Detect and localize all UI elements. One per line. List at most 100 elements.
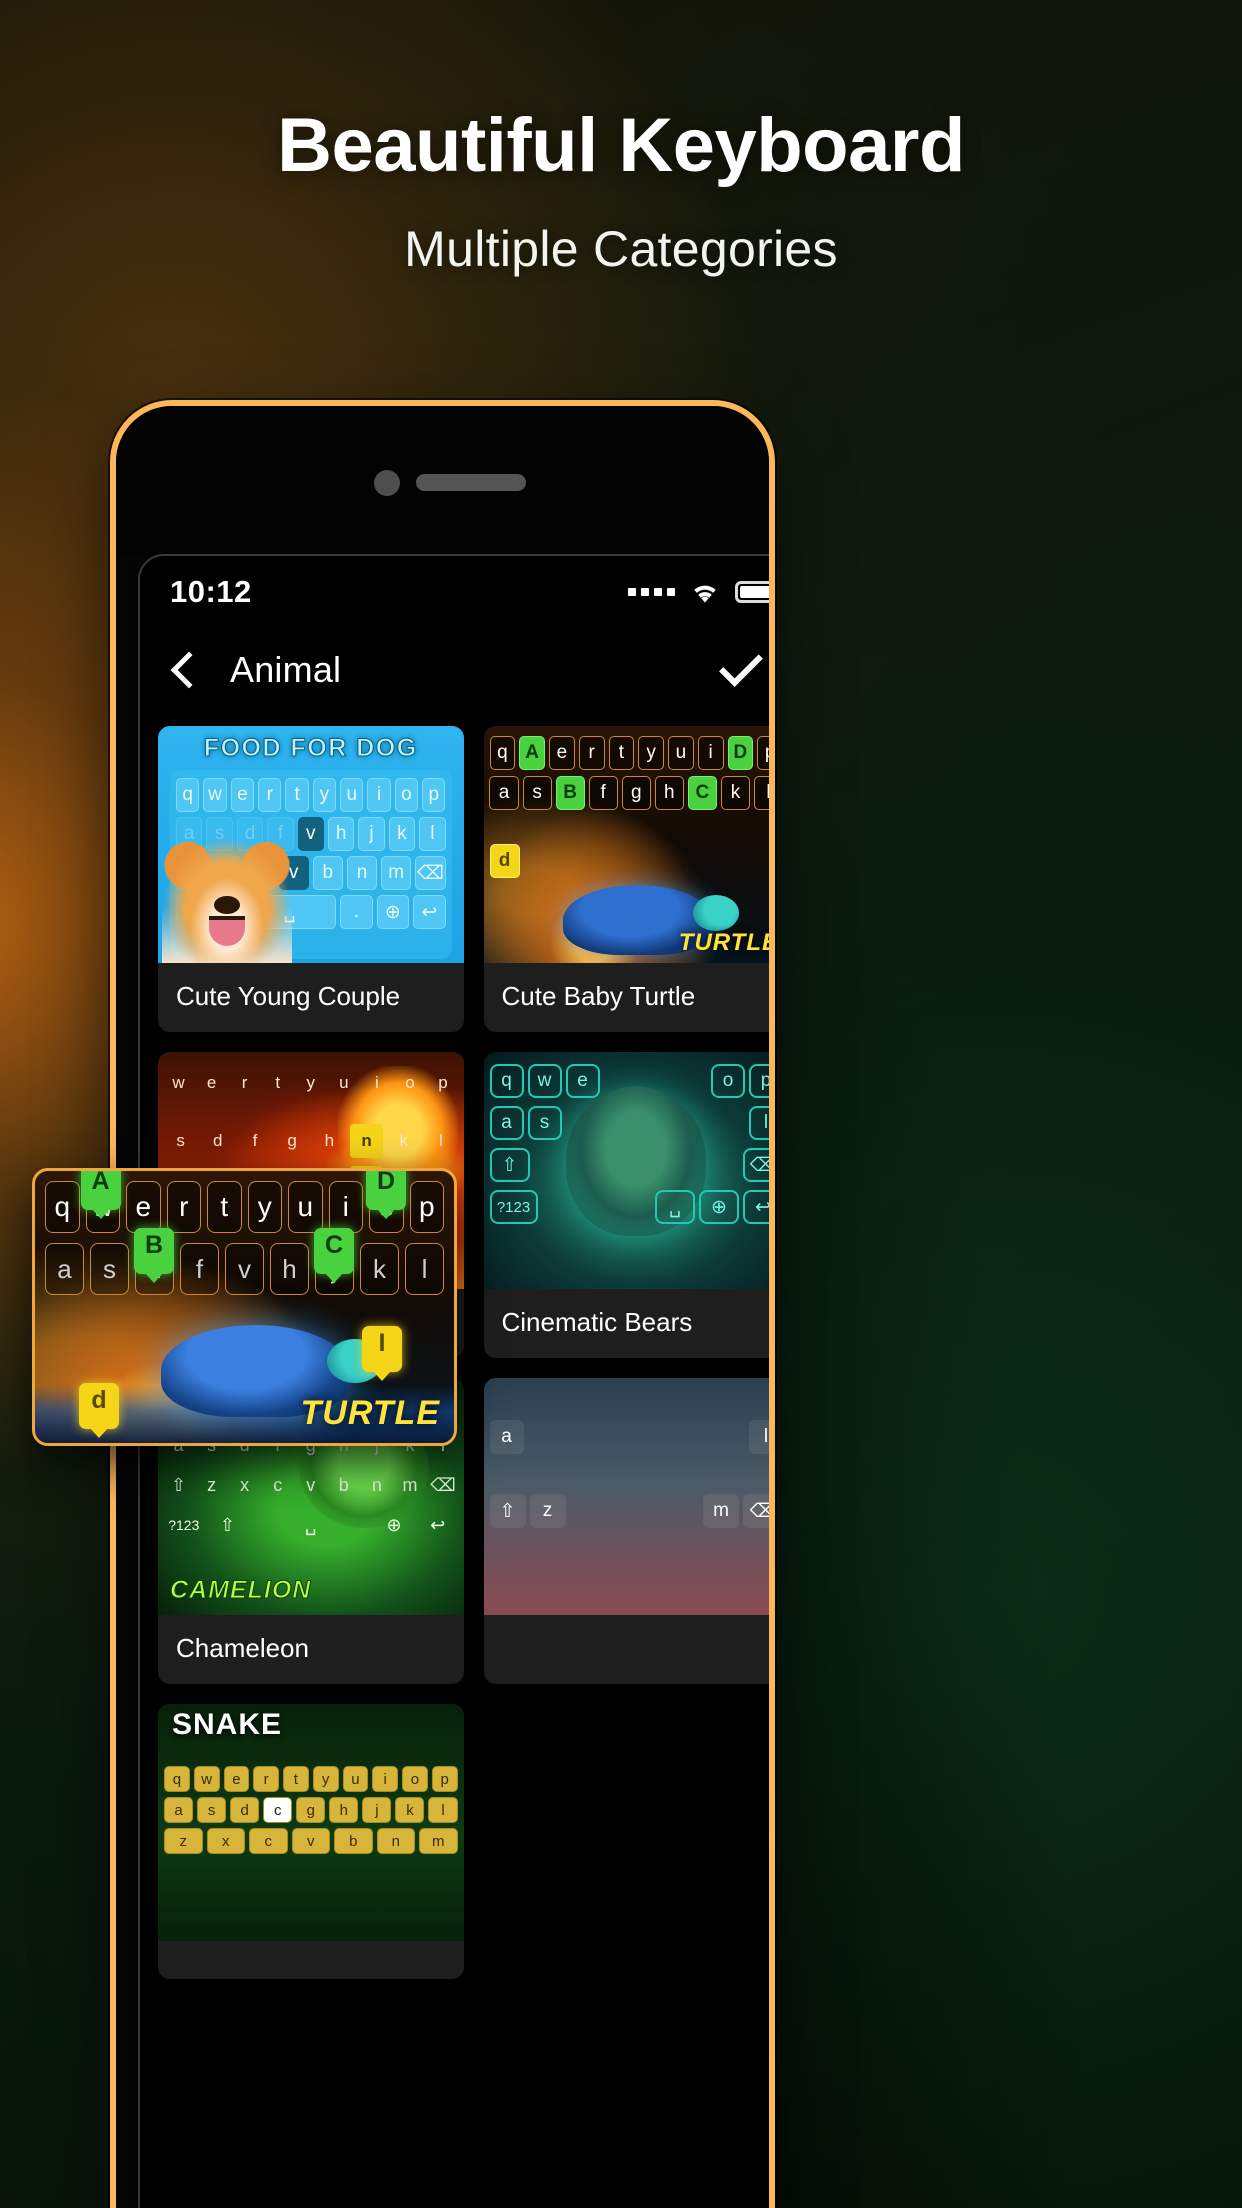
- theme-label: [484, 1615, 770, 1653]
- page-subtitle: Multiple Categories: [404, 221, 838, 277]
- key: p: [438, 1073, 448, 1092]
- enter-icon: ↩: [743, 1190, 769, 1224]
- key: b: [334, 1828, 373, 1854]
- status-clock: 10:12: [170, 574, 252, 609]
- key: .: [340, 895, 373, 929]
- theme-card-cute-baby-turtle[interactable]: q A e r t y u i D p a s B f g h C k l d …: [483, 726, 770, 1032]
- key: n: [371, 1474, 382, 1495]
- key: z: [164, 1828, 203, 1854]
- keyboard-row: d: [484, 844, 770, 878]
- key: s: [522, 776, 552, 810]
- theme-thumbnail: q A e r t y u i D p a s B f g h C k l d …: [483, 726, 770, 963]
- enter-icon: ↩: [413, 895, 446, 929]
- key: g: [621, 776, 651, 810]
- key-popup: B: [555, 776, 585, 810]
- key: e: [565, 1064, 600, 1098]
- key: dB: [134, 1228, 174, 1295]
- key-popup-d-lower: d: [79, 1383, 119, 1429]
- key: i: [697, 736, 724, 770]
- key-popup: D: [727, 736, 754, 770]
- key: e: [206, 1073, 217, 1092]
- key: w: [193, 1766, 220, 1792]
- theme-thumbnail: FOOD FOR DOG q w e r t y u i o p a s d f…: [158, 726, 464, 963]
- key: j: [358, 817, 385, 851]
- key: j: [362, 1797, 392, 1823]
- key: q: [45, 1181, 80, 1233]
- key: e: [126, 1181, 161, 1233]
- keyboard-preview: q w e r t y u i o p a: [158, 1704, 464, 1941]
- theme-card-cute-young-couple[interactable]: FOOD FOR DOG q w e r t y u i o p a s d f…: [158, 726, 464, 1032]
- key: z: [207, 1474, 217, 1495]
- key: y: [312, 1766, 339, 1792]
- key: u: [288, 1181, 323, 1233]
- key: k: [360, 1243, 399, 1295]
- keyboard-row: q w e r t y u i o p: [170, 778, 452, 812]
- key: f: [180, 1243, 219, 1295]
- key-popup-c: C: [314, 1228, 354, 1274]
- key: g: [296, 1797, 326, 1823]
- key: l: [753, 776, 769, 810]
- globe-icon: ⊕: [699, 1190, 739, 1224]
- key: oD: [366, 1171, 406, 1233]
- theme-card-heart-tree[interactable]: a l ⇧ z m ⌫: [483, 1378, 770, 1684]
- keyboard-row: z x c v b n m: [158, 1828, 464, 1854]
- key: r: [241, 1073, 248, 1092]
- key: b: [312, 856, 343, 890]
- key: h: [329, 1797, 359, 1823]
- key-popup: C: [687, 776, 717, 810]
- preview-keyboard-row: a s dB f v h jC k l: [35, 1228, 454, 1295]
- key: i: [367, 778, 391, 812]
- key: d: [230, 1797, 260, 1823]
- theme-card-snake[interactable]: SNAKE q w e r t y u i o p a s d c g h j …: [158, 1704, 464, 1979]
- back-chevron-icon[interactable]: [170, 651, 208, 689]
- key: l: [419, 817, 446, 851]
- key-popup: A: [519, 736, 545, 770]
- space-key: ␣: [305, 1514, 317, 1535]
- backspace-icon: ⌫: [743, 1494, 769, 1528]
- key-popup-d: D: [366, 1171, 406, 1210]
- app-bar: Animal: [140, 628, 769, 712]
- key: k: [399, 1131, 408, 1150]
- key: h: [327, 817, 355, 851]
- shift-icon: ⇧: [219, 1514, 235, 1535]
- key: i: [328, 1181, 363, 1233]
- symbols-key: ?123: [168, 1517, 200, 1533]
- shift-icon: ⇧: [489, 1494, 526, 1528]
- key: c: [273, 1474, 283, 1495]
- backspace-icon: ⌫: [415, 856, 446, 890]
- theme-thumbnail: SNAKE q w e r t y u i o p a s d c g h j …: [158, 1704, 464, 1941]
- key: g: [287, 1131, 297, 1150]
- key: w: [203, 778, 227, 812]
- keyboard-row: a s d c g h j k l: [158, 1797, 464, 1823]
- floating-theme-preview[interactable]: q wA e r t y u i oD p a s dB f v h jC k …: [32, 1168, 457, 1446]
- key: a: [489, 776, 519, 810]
- globe-icon: ⊕: [386, 1514, 402, 1535]
- keyboard-preview: a l ⇧ z m ⌫: [484, 1378, 769, 1615]
- key: t: [283, 1766, 309, 1792]
- key: a: [45, 1243, 84, 1295]
- key: y: [306, 1073, 316, 1092]
- key: i: [374, 1073, 379, 1092]
- theme-label: Chameleon: [176, 1633, 309, 1663]
- check-icon[interactable]: [719, 643, 763, 687]
- wifi-icon: [694, 585, 716, 603]
- key: h: [654, 776, 684, 810]
- keyboard-row: q A e r t y u i D p: [484, 736, 769, 770]
- keyboard-row: ?123 ␣ ⊕ ↩: [484, 1190, 769, 1224]
- enter-icon: ↩: [430, 1514, 446, 1535]
- shift-icon: ⇧: [489, 1148, 530, 1182]
- key: k: [720, 776, 750, 810]
- key: t: [207, 1181, 242, 1233]
- theme-card-cinematic-bears[interactable]: q w e o p a s l ⇧ ⌫ ?123 ␣ ⊕ ↩ Cinematic…: [483, 1052, 769, 1358]
- globe-icon: ⊕: [376, 895, 410, 929]
- key: o: [405, 1073, 415, 1092]
- keyboard-row: ?123 ⇧ ␣ ⊕ ↩: [158, 1508, 464, 1542]
- dog-photo: [162, 838, 292, 963]
- key: h: [324, 1131, 335, 1150]
- keyboard-preview: q w e o p a s l ⇧ ⌫ ?123 ␣ ⊕ ↩: [484, 1052, 769, 1289]
- key: p: [757, 736, 769, 770]
- key: n: [376, 1828, 415, 1854]
- key: t: [275, 1073, 281, 1092]
- key: b: [338, 1474, 349, 1495]
- key: l: [439, 1131, 443, 1150]
